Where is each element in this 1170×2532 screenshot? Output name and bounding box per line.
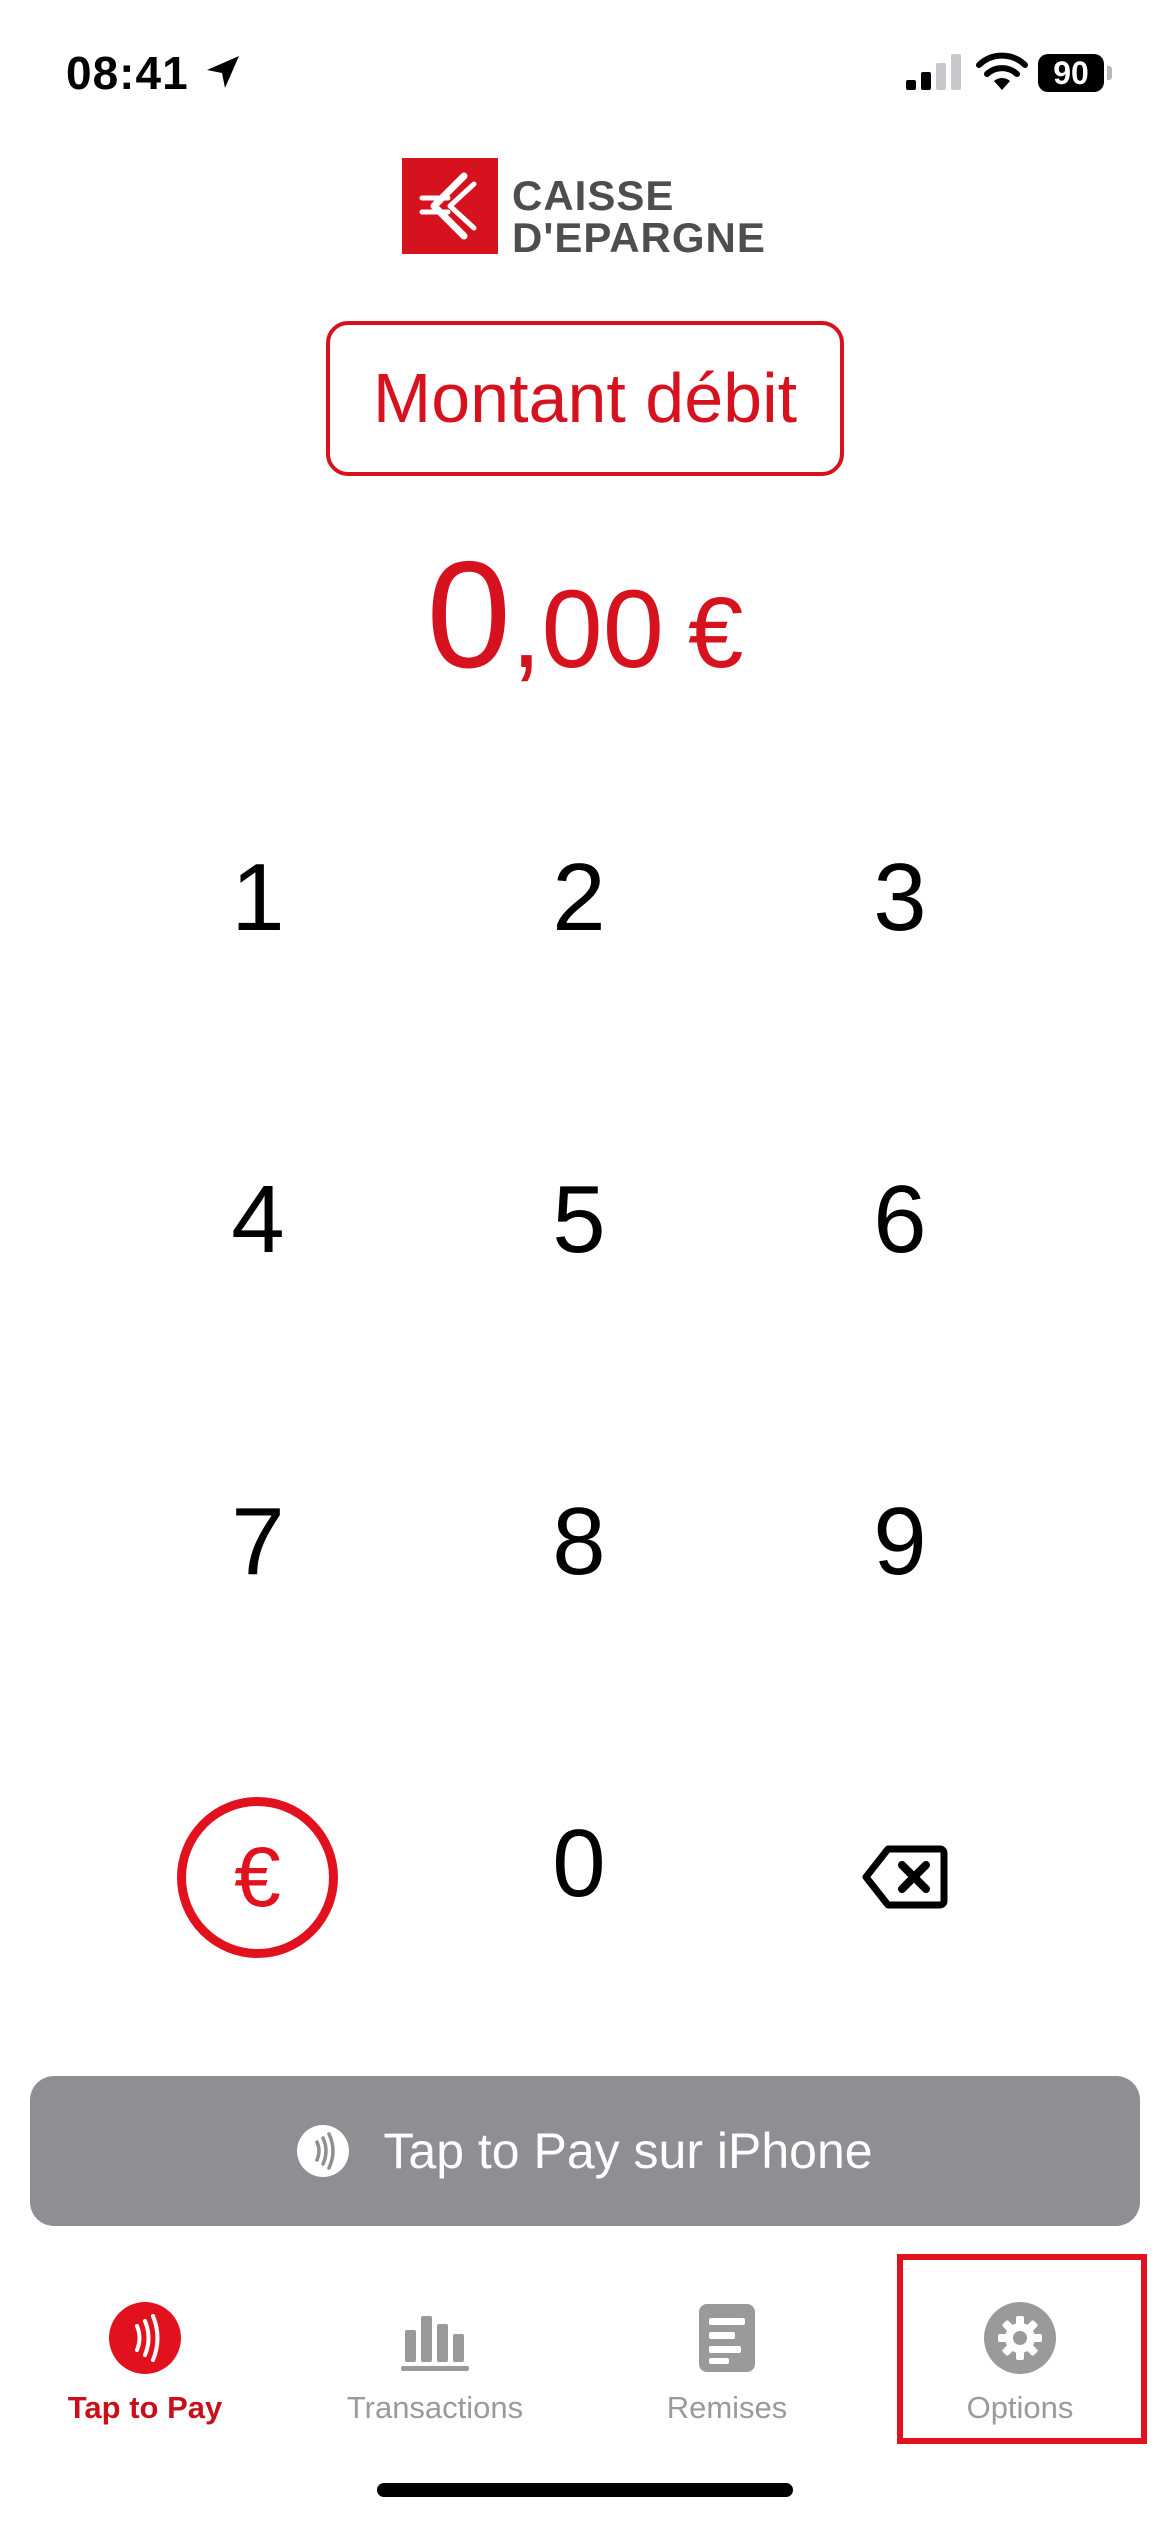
amount-decimals: ,00 [511, 568, 664, 691]
battery-indicator: 90 [1038, 54, 1104, 92]
key-1[interactable]: 1 [158, 798, 358, 998]
key-6[interactable]: 6 [800, 1120, 1000, 1320]
logo-line-1: CAISSE [512, 172, 675, 219]
contactless-icon [109, 2302, 181, 2374]
key-5[interactable]: 5 [479, 1120, 679, 1320]
document-icon [699, 2304, 755, 2372]
tab-remises[interactable]: Remises [607, 2290, 847, 2450]
logo-wordmark: CAISSE D'EPARGNE [512, 175, 766, 259]
screen: 08:41 90 CAISSE D'EPARGNE Montant débit … [0, 0, 1170, 2532]
tab-tap-to-pay[interactable]: Tap to Pay [25, 2290, 265, 2450]
key-8[interactable]: 8 [479, 1442, 679, 1642]
currency-key[interactable]: € [177, 1797, 338, 1958]
battery-nub [1107, 66, 1112, 80]
tab-label-transactions: Transactions [346, 2390, 524, 2425]
tap-to-pay-label: Tap to Pay sur iPhone [383, 2123, 873, 2179]
options-tab-highlight [897, 2254, 1147, 2444]
mode-badge[interactable]: Montant débit [326, 321, 844, 476]
amount-currency: € [687, 577, 744, 689]
key-3[interactable]: 3 [800, 798, 1000, 998]
tab-label-tap-to-pay: Tap to Pay [67, 2390, 223, 2425]
wifi-icon [976, 52, 1028, 90]
amount-integer: 0 [426, 530, 511, 700]
caisse-epargne-logo-icon [402, 158, 498, 254]
tab-transactions[interactable]: Transactions [315, 2290, 555, 2450]
amount-display: 0,00 € [0, 535, 1170, 743]
key-4[interactable]: 4 [158, 1120, 358, 1320]
key-9[interactable]: 9 [800, 1442, 1000, 1642]
key-0[interactable]: 0 [479, 1764, 679, 1964]
backspace-icon[interactable] [862, 1843, 948, 1911]
tap-to-pay-button[interactable]: Tap to Pay sur iPhone [30, 2076, 1140, 2226]
tab-label-remises: Remises [666, 2390, 788, 2425]
cellular-signal-icon [906, 54, 961, 90]
bar-chart-icon [401, 2316, 469, 2371]
contactless-icon [297, 2125, 350, 2177]
logo-line-2: D'EPARGNE [512, 214, 766, 261]
location-arrow-icon [207, 56, 239, 88]
key-7[interactable]: 7 [158, 1442, 358, 1642]
key-2[interactable]: 2 [479, 798, 679, 998]
status-time: 08:41 [66, 47, 189, 99]
home-indicator[interactable] [377, 2483, 793, 2497]
